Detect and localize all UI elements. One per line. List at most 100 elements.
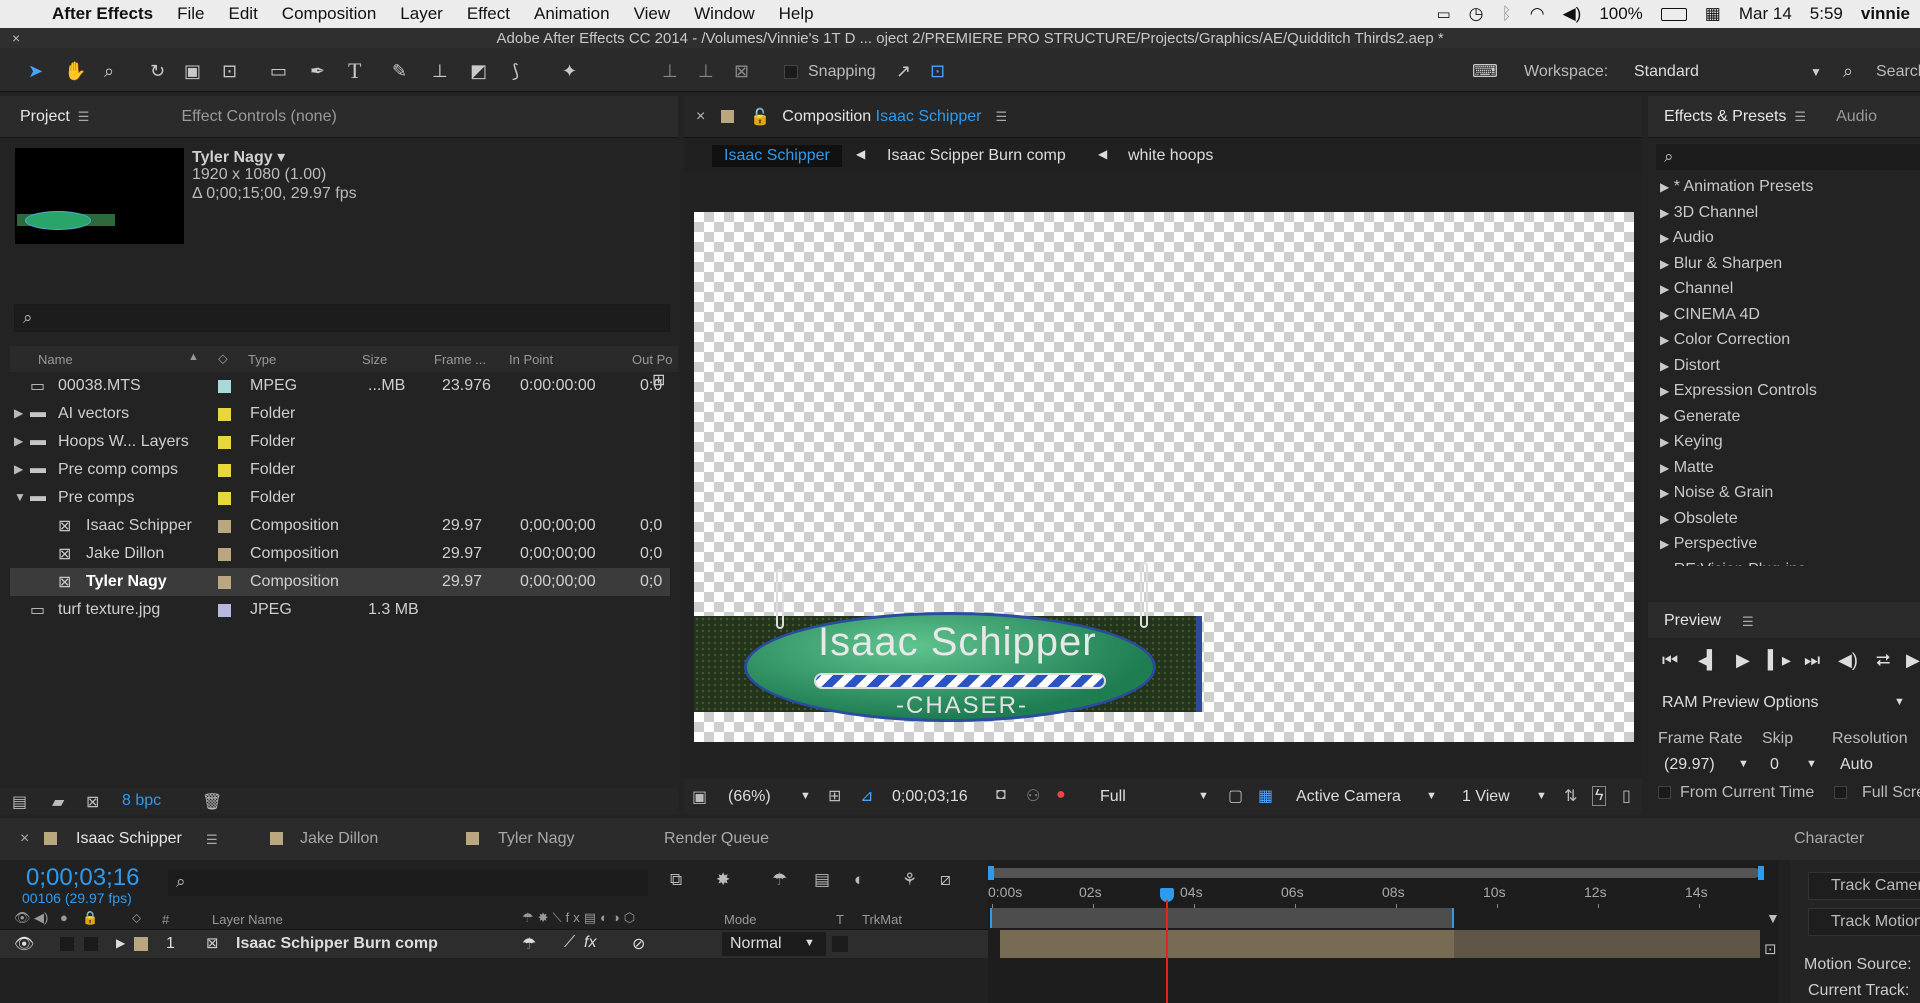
col-in-point[interactable]: In Point (509, 352, 553, 367)
layer-lock-toggle[interactable] (84, 937, 98, 951)
previous-frame-icon[interactable]: ◂▍ (1698, 650, 1721, 671)
frame-rate-dropdown-icon[interactable]: ▼ (1738, 758, 1749, 770)
motion-blur-icon[interactable]: ◐ (854, 870, 864, 890)
fast-previews-icon[interactable]: ϟ (1592, 786, 1607, 806)
loop-icon[interactable]: ⮂ (1876, 650, 1890, 671)
tab-project[interactable]: Project ☰ (0, 108, 109, 126)
project-item-label-swatch[interactable] (218, 604, 231, 617)
col-trkmat[interactable]: TrkMat (862, 912, 902, 927)
close-timeline-icon[interactable]: × (20, 830, 29, 848)
world-axis-icon[interactable]: ⊥ (698, 62, 714, 80)
expand-arrow-icon[interactable]: ▶ (1660, 435, 1669, 449)
new-composition-icon[interactable]: ⊠ (86, 792, 99, 812)
timeline-current-time[interactable]: 0;00;03;16 (26, 864, 139, 892)
audio-switch-icon[interactable]: ◀) (34, 910, 48, 926)
audio-preview-icon[interactable]: ◀) (1838, 650, 1858, 671)
volume-icon[interactable]: ◀) (1563, 4, 1582, 24)
timeline-search-input[interactable]: ⌕ (168, 870, 648, 896)
region-of-interest-icon[interactable]: ▢ (1228, 786, 1243, 806)
effect-category-item[interactable]: ▶ Noise & Grain (1660, 484, 1773, 502)
workspace-select[interactable]: Standard (1634, 63, 1699, 81)
view-layout-dropdown-icon[interactable]: ▼ (1536, 790, 1547, 802)
comp-panel-menu-icon[interactable]: ☰ (996, 109, 1008, 125)
expand-arrow-icon[interactable]: ▶ (1660, 333, 1669, 347)
project-item-expand-icon[interactable]: ▶ (14, 406, 23, 420)
expand-arrow-icon[interactable]: ▶ (1660, 308, 1669, 322)
next-frame-icon[interactable]: ▍▸ (1768, 650, 1791, 671)
layer-label-swatch[interactable] (134, 937, 148, 951)
effect-category-item[interactable]: ▶ Audio (1660, 229, 1714, 247)
project-item-row[interactable]: ▶ ▬ AI vectors Folder (10, 400, 670, 428)
menu-layer[interactable]: Layer (388, 4, 455, 24)
camera-dropdown-icon[interactable]: ▼ (1426, 790, 1437, 802)
brainstorm-icon[interactable]: ⚘ (902, 870, 917, 890)
project-item-name[interactable]: Pre comp comps (58, 461, 178, 479)
snapshot-icon[interactable]: ◘ (996, 786, 1006, 804)
interpret-footage-icon[interactable]: ▤ (12, 792, 27, 812)
col-frame-rate[interactable]: Frame ... (434, 352, 486, 367)
menu-window[interactable]: Window (682, 4, 766, 24)
transparency-grid-icon[interactable]: ▦ (1258, 786, 1273, 806)
breadcrumb-burn-comp[interactable]: Isaac Scipper Burn comp (887, 147, 1066, 165)
effect-category-item[interactable]: ▶ 3D Channel (1660, 204, 1758, 222)
show-snapshot-icon[interactable]: ⚇ (1026, 786, 1040, 806)
battery-icon[interactable] (1660, 7, 1687, 21)
menu-file[interactable]: File (165, 4, 216, 24)
project-item-name[interactable]: 00038.MTS (58, 377, 141, 395)
frame-rate-select[interactable]: (29.97) (1664, 756, 1715, 774)
project-item-label-swatch[interactable] (218, 464, 231, 477)
puppet-pin-tool-icon[interactable]: ✦ (562, 62, 577, 80)
effect-category-item[interactable]: ▶ Matte (1660, 459, 1714, 477)
col-layer-name[interactable]: Layer Name (212, 912, 283, 927)
project-item-label-swatch[interactable] (218, 520, 231, 533)
blend-mode-select[interactable]: Normal ▼ (722, 932, 826, 956)
toggle-pixel-aspect-icon[interactable]: ⇅ (1564, 786, 1577, 806)
mask-visibility-icon[interactable]: ⊿ (860, 786, 873, 806)
project-item-row[interactable]: ▶ ▬ Hoops W... Layers Folder (10, 428, 670, 456)
channel-icon[interactable]: ● (1056, 786, 1066, 804)
quality-switch-icon[interactable]: ⟋ (564, 934, 575, 952)
solo-switch-icon[interactable]: ● (60, 910, 68, 925)
project-item-name[interactable]: AI vectors (58, 405, 129, 423)
expand-arrow-icon[interactable]: ▶ (1660, 206, 1669, 220)
local-axis-icon[interactable]: ⊥ (662, 62, 678, 80)
hand-tool-icon[interactable]: ✋ (64, 62, 86, 80)
layer-visibility-icon[interactable]: 👁 (14, 934, 34, 954)
last-frame-icon[interactable]: ⏭ (1804, 650, 1820, 671)
rectangle-tool-icon[interactable]: ▭ (270, 62, 287, 80)
expand-arrow-icon[interactable]: ▶ (1660, 410, 1669, 424)
sort-ascending-icon[interactable]: ▲ (188, 351, 199, 363)
reset-exposure-icon[interactable]: ▯ (1622, 786, 1631, 806)
skip-select[interactable]: 0 (1770, 756, 1779, 774)
project-item-name[interactable]: Hoops W... Layers (58, 433, 189, 451)
blend-mode-dropdown-icon[interactable]: ▼ (804, 937, 815, 949)
effect-switch-icon[interactable]: fx (584, 934, 596, 952)
snap-grid-icon[interactable]: ⊡ (930, 62, 945, 80)
layer-audio-toggle[interactable] (60, 937, 74, 951)
time-machine-icon[interactable]: ◷ (1469, 4, 1484, 24)
video-switch-icon[interactable]: 👁 (14, 910, 31, 926)
project-item-label-swatch[interactable] (218, 576, 231, 589)
project-search-input[interactable]: ⌕ (14, 304, 670, 332)
zoom-tool-icon[interactable]: ⌕ (104, 62, 114, 80)
effect-category-item[interactable]: ▶ Distort (1660, 357, 1720, 375)
preview-title[interactable]: Preview (1664, 612, 1721, 630)
rotation-tool-icon[interactable]: ↻ (150, 62, 165, 80)
project-item-label-swatch[interactable] (218, 436, 231, 449)
first-frame-icon[interactable]: ⏮ (1662, 650, 1678, 671)
breadcrumb-current[interactable]: Isaac Schipper (712, 145, 842, 167)
project-item-label-swatch[interactable] (218, 492, 231, 505)
col-mode[interactable]: Mode (724, 912, 757, 927)
ram-preview-options-select[interactable]: RAM Preview Options ▼ (1656, 692, 1920, 716)
effects-search-input[interactable]: ⌕ (1656, 144, 1920, 170)
eraser-tool-icon[interactable]: ◩ (470, 62, 487, 80)
tab-composition[interactable]: Composition Isaac Schipper (782, 108, 981, 126)
brush-tool-icon[interactable]: ✎ (392, 62, 407, 80)
expand-arrow-icon[interactable]: ▶ (1660, 461, 1669, 475)
timeline-tab-jake[interactable]: Jake Dillon (300, 830, 378, 848)
delete-icon[interactable]: 🗑 (202, 792, 222, 812)
label-column-icon[interactable]: ⬦ (218, 350, 228, 367)
bluetooth-icon[interactable]: ᛒ (1502, 4, 1512, 24)
col-out-point[interactable]: Out Po (632, 352, 676, 367)
selection-tool-icon[interactable]: ➤ (28, 62, 43, 80)
